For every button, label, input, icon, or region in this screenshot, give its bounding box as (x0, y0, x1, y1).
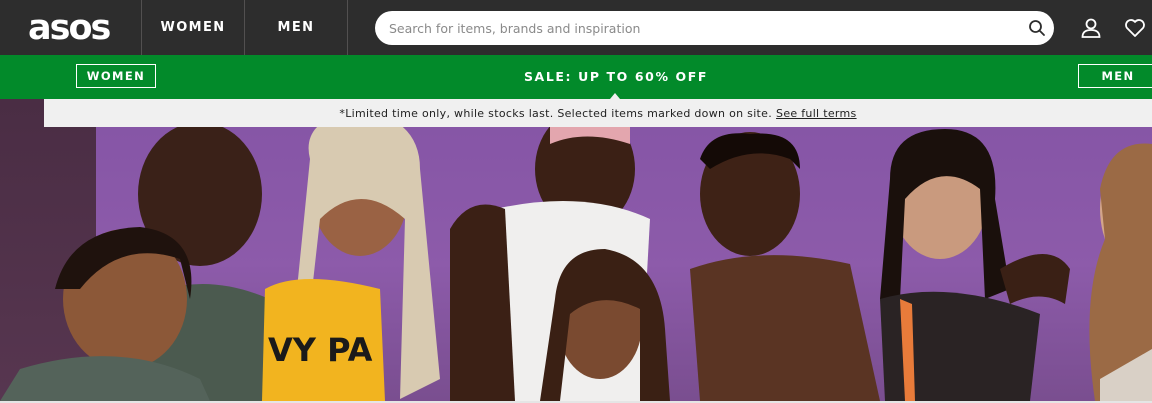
nav-tab-men[interactable]: MEN (245, 0, 347, 55)
sale-men-button[interactable]: MEN (1078, 64, 1152, 88)
asos-logo[interactable]: asos (28, 8, 111, 48)
hero-people-illustration: VY PA (0, 99, 1152, 401)
top-navigation-bar: asos WOMEN MEN (0, 0, 1152, 55)
sale-banner[interactable]: WOMEN SALE: UP TO 60% OFF MEN (0, 55, 1152, 99)
nav-divider (347, 0, 348, 55)
sale-title: SALE: UP TO 60% OFF (523, 69, 709, 84)
account-icon[interactable] (1080, 17, 1102, 39)
search-input[interactable] (375, 11, 1054, 45)
logo-text: asos (28, 8, 111, 48)
shirt-text: VY PA (268, 331, 373, 369)
hero-banner-image[interactable]: VY PA (0, 99, 1152, 401)
search-icon[interactable] (1028, 19, 1046, 37)
see-full-terms-link[interactable]: See full terms (776, 107, 857, 120)
nav-tab-women[interactable]: WOMEN (142, 0, 244, 55)
terms-text: *Limited time only, while stocks last. S… (339, 106, 773, 120)
heart-icon[interactable] (1124, 17, 1146, 39)
terms-notice: *Limited time only, while stocks last. S… (44, 99, 1152, 127)
